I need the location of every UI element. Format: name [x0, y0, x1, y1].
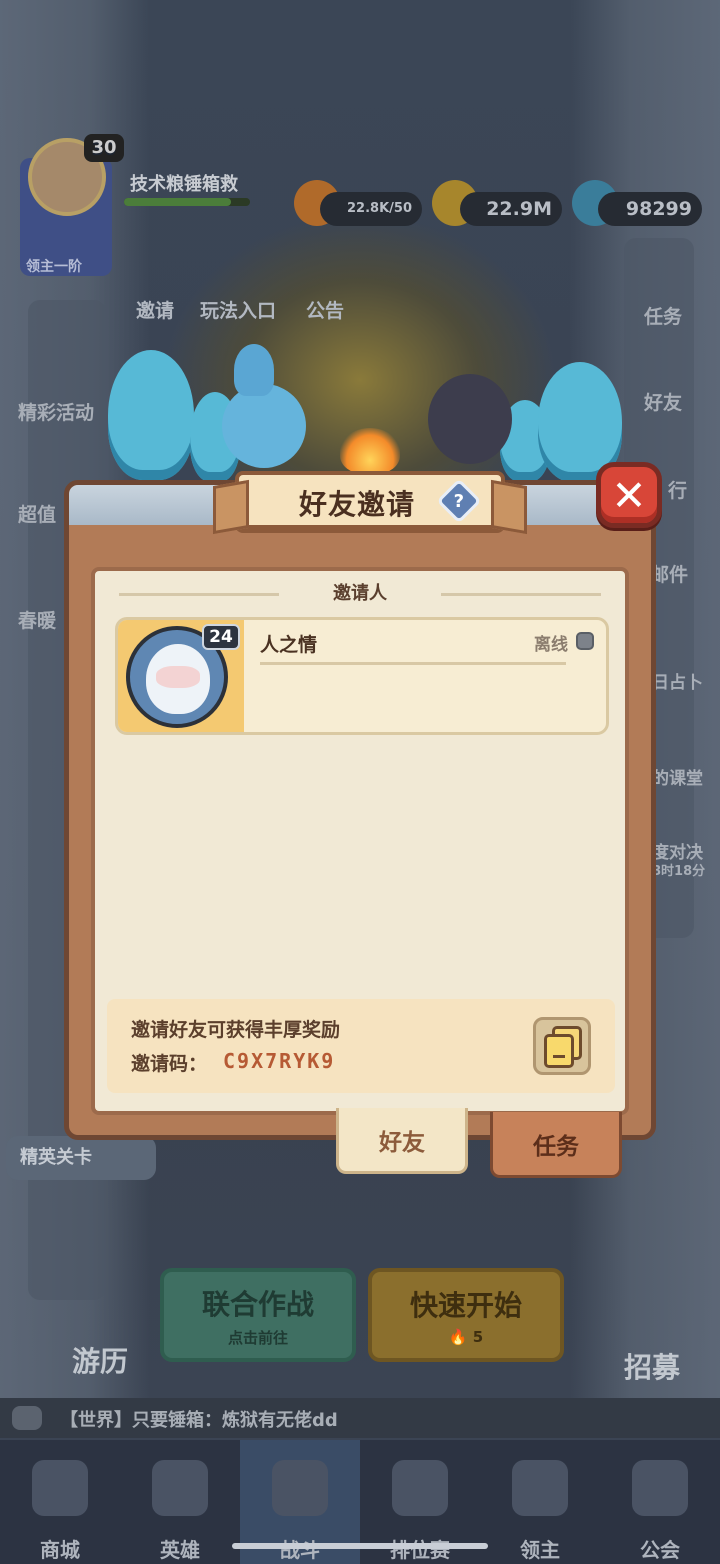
- inviter-card[interactable]: 24 人之情 离线: [115, 617, 609, 735]
- fire-drop-icon: 🔥: [448, 1328, 468, 1346]
- avatar-face: [156, 666, 200, 688]
- xp-bar: [124, 198, 250, 206]
- quick-start-cost-value: 5: [472, 1328, 484, 1346]
- invite-link[interactable]: 邀请: [136, 296, 174, 323]
- recruit-button[interactable]: 招募: [624, 1346, 680, 1386]
- section-divider-right: [441, 593, 601, 596]
- gold-value[interactable]: 22.9M: [460, 192, 562, 226]
- snow-tree-left: [108, 350, 194, 480]
- dialog-title: 好友邀请: [299, 488, 416, 521]
- copy-icon: [544, 1034, 574, 1068]
- quick-start-cost: 🔥 5: [449, 1328, 483, 1346]
- nav-guild[interactable]: 公会: [600, 1440, 720, 1564]
- question-icon: ?: [453, 490, 465, 512]
- duel-timer: 8时18分: [652, 864, 706, 879]
- tab-friends[interactable]: 好友: [336, 1108, 468, 1174]
- home-indicator: [232, 1543, 488, 1549]
- inviter-divider: [260, 662, 566, 665]
- world-chat-message: 【世界】只要锤箱：炼狱有无佬dd: [60, 1410, 338, 1431]
- lord-rank-label: 领主一阶: [26, 259, 82, 275]
- invite-code-label: 邀请码：: [131, 1053, 208, 1075]
- coop-battle-label: 联合作战: [201, 1287, 314, 1321]
- spring-link[interactable]: 春暖: [18, 606, 56, 633]
- announcement-link[interactable]: 公告: [306, 296, 344, 323]
- snowman-hat: [234, 344, 274, 396]
- travel-button[interactable]: 游历: [72, 1340, 128, 1380]
- invite-code-value: C9X7RYK9: [223, 1049, 336, 1073]
- elite-stage-card[interactable]: 精英关卡: [6, 1136, 156, 1180]
- gems-value[interactable]: 98299: [598, 192, 702, 226]
- lord-banner-icon: [512, 1460, 568, 1516]
- guild-icon: [632, 1460, 688, 1516]
- dialog-content: 邀请人 24 人之情 离线 邀请好友可获得丰厚奖励 邀请码： C9X7RYK9: [91, 567, 629, 1115]
- gameplay-entry-link[interactable]: 玩法入口: [200, 296, 276, 323]
- quick-start-button[interactable]: 快速开始 🔥 5: [368, 1268, 564, 1362]
- nav-lord-label: 领主: [520, 1538, 560, 1562]
- player-level-badge: 30: [84, 134, 124, 162]
- inviter-status: 离线: [534, 635, 568, 655]
- tasks-link[interactable]: 任务: [644, 302, 682, 329]
- divination-link[interactable]: 日占卜: [652, 668, 703, 693]
- chat-bubble-icon: [12, 1406, 42, 1430]
- penguin-character: [428, 374, 512, 464]
- nav-shop-label: 商城: [40, 1538, 80, 1562]
- value-link[interactable]: 超值: [18, 500, 56, 527]
- snowman-character: [222, 384, 306, 468]
- rank-shield-icon: [392, 1460, 448, 1516]
- offline-status-icon: [576, 632, 594, 650]
- ranking-link[interactable]: 行: [668, 476, 687, 503]
- dialog-title-plaque: 好友邀请 ?: [235, 471, 505, 529]
- inviter-section-title: 邀请人: [333, 583, 387, 604]
- xp-bar-fill: [124, 198, 232, 206]
- help-button[interactable]: ?: [436, 478, 482, 524]
- quick-start-label: 快速开始: [409, 1289, 522, 1322]
- friends-link[interactable]: 好友: [644, 388, 682, 415]
- nav-guild-label: 公会: [640, 1538, 680, 1562]
- coop-battle-sub: 点击前往: [227, 1328, 288, 1347]
- hero-card-icon: [152, 1460, 208, 1516]
- events-link[interactable]: 精彩活动: [18, 398, 94, 425]
- friend-invite-dialog: 好友邀请 ? 邀请人 24 人之情 离线 邀请好友可获得丰厚奖励 邀请码： C9: [64, 471, 656, 1140]
- inviter-name: 人之情: [260, 634, 318, 656]
- nav-lord[interactable]: 领主: [480, 1440, 600, 1564]
- tab-tasks[interactable]: 任务: [490, 1112, 622, 1178]
- player-name: 技术粮锤箱救: [130, 174, 238, 195]
- classroom-link[interactable]: 的课堂: [652, 764, 703, 789]
- campfire: [340, 428, 400, 474]
- coop-battle-button[interactable]: 联合作战 点击前往: [160, 1268, 356, 1362]
- stamina-value[interactable]: 22.8K/50: [320, 192, 422, 226]
- nav-heroes-label: 英雄: [160, 1538, 200, 1562]
- nav-heroes[interactable]: 英雄: [120, 1440, 240, 1564]
- nav-shop[interactable]: 商城: [0, 1440, 120, 1564]
- close-button[interactable]: ✕: [596, 462, 662, 528]
- shop-icon: [32, 1460, 88, 1516]
- inviter-level-badge: 24: [202, 624, 240, 650]
- copy-code-button[interactable]: [533, 1017, 591, 1075]
- invite-reward-text: 邀请好友可获得丰厚奖励: [131, 1019, 341, 1041]
- inviter-avatar-box: 24: [118, 620, 244, 732]
- invite-code-box: 邀请好友可获得丰厚奖励 邀请码： C9X7RYK9: [107, 999, 615, 1093]
- battle-icon: [272, 1460, 328, 1516]
- world-chat-bar[interactable]: 【世界】只要锤箱：炼狱有无佬dd: [0, 1398, 720, 1438]
